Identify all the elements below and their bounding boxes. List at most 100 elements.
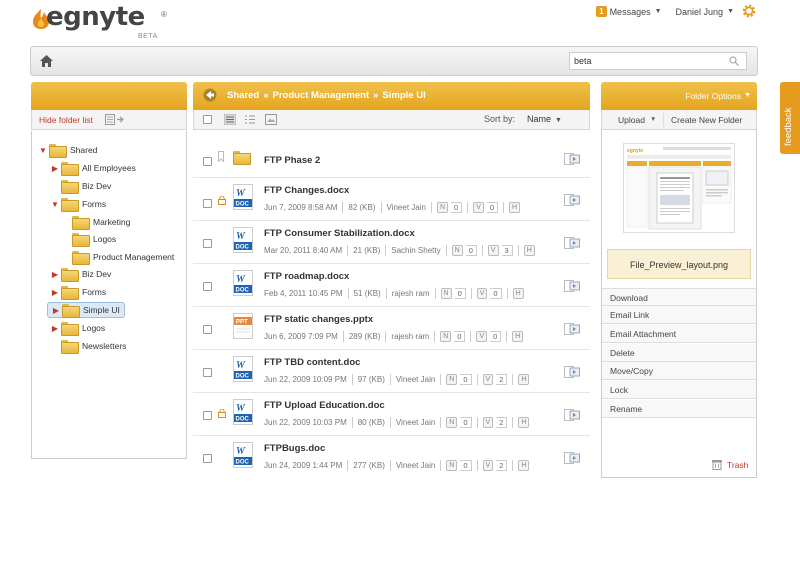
- lock-icon[interactable]: [218, 196, 226, 205]
- preview-icon[interactable]: [564, 366, 580, 378]
- history-badge[interactable]: H: [518, 374, 530, 385]
- collapsed-triangle-icon[interactable]: ▶: [51, 164, 59, 173]
- list-view-icon[interactable]: [224, 114, 236, 125]
- file-name[interactable]: FTP Phase 2: [264, 155, 320, 166]
- list-item[interactable]: W DOC FTP Changes.docx Jun 7, 2009 8:58 A…: [193, 178, 590, 221]
- file-name[interactable]: FTP TBD content.doc: [264, 357, 360, 368]
- notes-badge[interactable]: N: [446, 460, 458, 471]
- search-input[interactable]: [569, 52, 747, 70]
- versions-badge[interactable]: V: [482, 374, 494, 385]
- user-chevron-down-icon[interactable]: ▼: [727, 8, 734, 15]
- create-new-folder-button[interactable]: Create New Folder: [671, 115, 742, 125]
- expanded-triangle-icon[interactable]: ▼: [51, 200, 59, 209]
- tree-item-marketing[interactable]: Marketing: [62, 214, 130, 230]
- tree-item-forms[interactable]: ▼ Forms: [51, 196, 106, 212]
- file-name[interactable]: FTPBugs.doc: [264, 443, 325, 454]
- download-action[interactable]: Download: [602, 288, 756, 306]
- history-badge[interactable]: H: [512, 331, 524, 342]
- file-name[interactable]: FTP Changes.docx: [264, 185, 349, 196]
- gear-icon[interactable]: [742, 4, 756, 18]
- row-checkbox[interactable]: [203, 325, 212, 334]
- versions-badge[interactable]: V: [482, 417, 494, 428]
- collapse-panel-icon[interactable]: [105, 114, 127, 125]
- row-checkbox[interactable]: [203, 454, 212, 463]
- row-checkbox[interactable]: [203, 368, 212, 377]
- collapsed-triangle-icon[interactable]: ▶: [52, 306, 60, 315]
- history-badge[interactable]: H: [518, 417, 530, 428]
- sort-dropdown[interactable]: Name ▼: [527, 114, 562, 124]
- notes-badge[interactable]: N: [451, 245, 463, 256]
- upload-chevron-down-icon[interactable]: ▼: [650, 116, 656, 123]
- notes-badge[interactable]: N: [440, 288, 452, 299]
- back-arrow-icon[interactable]: [203, 88, 217, 102]
- email-link-action[interactable]: Email Link: [602, 306, 756, 324]
- notes-badge[interactable]: N: [446, 417, 458, 428]
- bookmark-icon[interactable]: [218, 151, 224, 162]
- home-icon[interactable]: [40, 55, 53, 67]
- notes-badge[interactable]: N: [440, 331, 452, 342]
- file-preview-thumbnail[interactable]: egnyte: [623, 143, 735, 233]
- folder-options-menu[interactable]: Folder Options: [685, 91, 741, 101]
- preview-icon[interactable]: [564, 153, 580, 165]
- tree-item-logos-2[interactable]: ▶ Logos: [51, 320, 105, 336]
- history-badge[interactable]: H: [518, 460, 530, 471]
- messages-link[interactable]: Messages: [610, 7, 651, 17]
- preview-icon[interactable]: [564, 452, 580, 464]
- lock-action[interactable]: Lock: [602, 381, 756, 399]
- egnyte-logo[interactable]: egnyte ® BETA: [30, 2, 170, 42]
- versions-badge[interactable]: V: [476, 331, 488, 342]
- history-badge[interactable]: H: [509, 202, 521, 213]
- email-attachment-action[interactable]: Email Attachment: [602, 325, 756, 343]
- history-badge[interactable]: H: [512, 288, 524, 299]
- history-badge[interactable]: H: [523, 245, 535, 256]
- tree-item-product-management[interactable]: Product Management: [62, 249, 174, 265]
- select-all-checkbox[interactable]: [203, 115, 212, 124]
- delete-action[interactable]: Delete: [602, 344, 756, 362]
- list-item[interactable]: PPT FTP static changes.pptx Jun 6, 2009 …: [193, 307, 590, 350]
- breadcrumb-item-product-management[interactable]: Product Management: [273, 90, 370, 101]
- rename-action[interactable]: Rename: [602, 400, 756, 418]
- versions-badge[interactable]: V: [473, 202, 484, 213]
- row-checkbox[interactable]: [203, 411, 212, 420]
- expanded-triangle-icon[interactable]: ▼: [39, 146, 47, 155]
- tree-item-biz-dev[interactable]: Biz Dev: [51, 178, 111, 194]
- tree-item-newsletters[interactable]: Newsletters: [51, 338, 126, 354]
- messages-chevron-down-icon[interactable]: ▼: [655, 8, 662, 15]
- versions-badge[interactable]: V: [487, 245, 499, 256]
- tree-item-shared[interactable]: ▼ Shared: [39, 142, 97, 158]
- row-checkbox[interactable]: [203, 282, 212, 291]
- list-item[interactable]: FTP Phase 2: [193, 137, 590, 178]
- preview-icon[interactable]: [564, 323, 580, 335]
- list-item[interactable]: W DOC FTPBugs.doc Jun 24, 2009 1:44 PM 27…: [193, 436, 590, 479]
- move-copy-action[interactable]: Move/Copy: [602, 362, 756, 380]
- file-name[interactable]: FTP roadmap.docx: [264, 271, 349, 282]
- tree-item-biz-dev-2[interactable]: ▶ Biz Dev: [51, 266, 111, 282]
- preview-icon[interactable]: [564, 409, 580, 421]
- list-item[interactable]: W DOC FTP TBD content.doc Jun 22, 2009 10…: [193, 350, 590, 393]
- tree-item-all-employees[interactable]: ▶ All Employees: [51, 160, 136, 176]
- row-checkbox[interactable]: [203, 199, 212, 208]
- file-name[interactable]: FTP Consumer Stabilization.docx: [264, 228, 415, 239]
- thumbnail-view-icon[interactable]: [265, 114, 277, 125]
- versions-badge[interactable]: V: [476, 288, 488, 299]
- file-name[interactable]: FTP Upload Education.doc: [264, 400, 385, 411]
- user-menu[interactable]: Daniel Jung: [676, 7, 724, 17]
- file-name[interactable]: FTP static changes.pptx: [264, 314, 373, 325]
- breadcrumb-item-shared[interactable]: Shared: [227, 90, 259, 101]
- preview-icon[interactable]: [564, 280, 580, 292]
- versions-badge[interactable]: V: [482, 460, 494, 471]
- list-item[interactable]: W DOC FTP Upload Education.doc Jun 22, 20…: [193, 393, 590, 436]
- preview-icon[interactable]: [564, 237, 580, 249]
- notes-badge[interactable]: N: [446, 374, 458, 385]
- trash-icon[interactable]: [711, 458, 723, 470]
- trash-link[interactable]: Trash: [727, 460, 748, 470]
- row-checkbox[interactable]: [203, 239, 212, 248]
- collapsed-triangle-icon[interactable]: ▶: [51, 270, 59, 279]
- list-item[interactable]: W DOC FTP roadmap.docx Feb 4, 2011 10:45 …: [193, 264, 590, 307]
- collapsed-triangle-icon[interactable]: ▶: [51, 288, 59, 297]
- preview-icon[interactable]: [564, 194, 580, 206]
- detail-view-icon[interactable]: [244, 114, 256, 125]
- hide-folder-list-link[interactable]: Hide folder list: [39, 115, 93, 125]
- collapsed-triangle-icon[interactable]: ▶: [51, 324, 59, 333]
- search-icon[interactable]: [729, 56, 739, 66]
